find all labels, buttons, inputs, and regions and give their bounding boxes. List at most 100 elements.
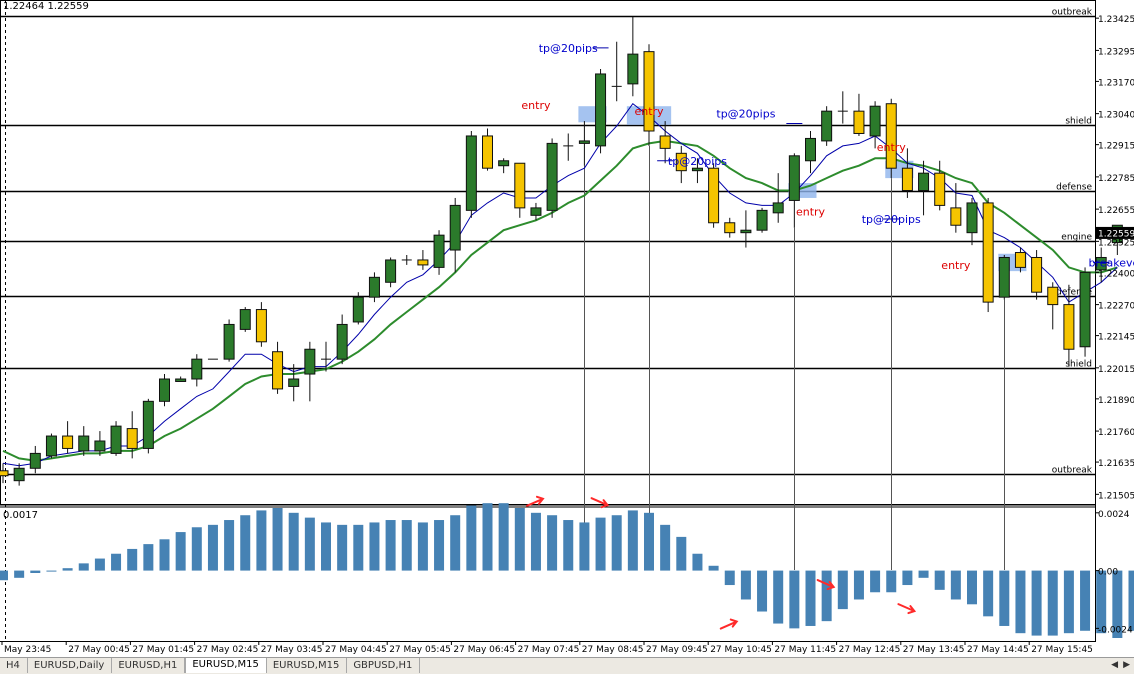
bull-candle-body — [433, 234, 445, 268]
chart-tab[interactable]: EURUSD,Daily — [28, 658, 113, 673]
momentum-arrow-icon — [897, 603, 917, 615]
candle — [1079, 267, 1091, 357]
histogram-bar — [159, 539, 170, 571]
histogram-bar — [950, 570, 961, 600]
candle — [385, 257, 397, 288]
chart-tab[interactable]: EURUSD,M15 — [185, 658, 267, 673]
price-tick-label: 1.21760 — [1098, 428, 1134, 438]
histogram-bar — [288, 512, 299, 571]
chart-tab[interactable]: EURUSD,H1 — [112, 658, 186, 673]
bull-candle-body — [110, 425, 122, 454]
price-tick-label: 1.21635 — [1098, 459, 1134, 469]
time-tick-label: 27 May 10:45 — [710, 645, 772, 655]
candle — [482, 128, 493, 171]
bull-candle-body — [142, 400, 154, 449]
histogram-bar — [918, 570, 929, 578]
histogram-bar — [191, 527, 202, 571]
take-profit-label: tp@20pips — [862, 213, 921, 226]
candle — [78, 426, 90, 456]
moving-averages — [2, 102, 1118, 467]
price-tick-label: 1.22145 — [1098, 333, 1134, 343]
histogram-bar — [514, 508, 525, 571]
histogram-bar — [401, 520, 412, 571]
bear-candle-body — [272, 351, 284, 390]
candle — [546, 138, 558, 218]
tab-scroll-right-icon[interactable]: ▶ — [1123, 660, 1130, 670]
candle — [29, 445, 41, 474]
candle — [756, 207, 768, 233]
histogram-bar — [62, 568, 73, 571]
entry-label: entry — [877, 141, 907, 154]
histogram-bar — [676, 536, 687, 571]
bear-candle-body — [126, 428, 138, 449]
candle — [611, 41, 622, 102]
trade-annotations: tp@20pips entry entry tp@20pips tp@20pips ent… — [521, 42, 1134, 272]
histogram-bar — [127, 548, 138, 571]
bull-candle-body — [788, 155, 800, 201]
candle — [643, 44, 655, 146]
candle — [13, 463, 25, 486]
entry-label: entry — [521, 99, 551, 112]
candle — [1047, 282, 1059, 330]
chart-tab[interactable]: H4 — [0, 658, 28, 673]
bear-candle-body — [950, 207, 962, 226]
price-tick-label: 1.23040 — [1098, 111, 1134, 121]
histogram-bar — [111, 553, 122, 571]
candle — [934, 160, 946, 211]
time-tick-label: 27 May 07:45 — [518, 645, 580, 655]
level-label-outbreak: outbreak — [1052, 466, 1093, 476]
candle — [821, 106, 833, 146]
histogram-bar — [773, 570, 784, 624]
candle — [998, 255, 1010, 300]
histogram-bar — [853, 570, 864, 600]
bull-candle-body — [498, 160, 510, 167]
histogram-bar — [902, 570, 913, 586]
histogram-bar — [304, 517, 315, 571]
histogram-bar — [385, 520, 396, 571]
candle — [0, 463, 9, 484]
bull-candle-body — [578, 140, 590, 144]
momentum-arrow-icon — [590, 497, 610, 509]
candle — [223, 319, 235, 362]
bear-candle-body — [255, 309, 267, 343]
bull-candle-body — [821, 110, 833, 142]
bull-candle-body — [94, 440, 106, 452]
candle — [724, 217, 736, 238]
histogram-bar — [789, 570, 800, 629]
histogram-bar — [353, 524, 364, 571]
tab-scroll-left-icon[interactable]: ◀ — [1111, 660, 1118, 670]
candle — [901, 148, 913, 198]
bear-candle-body — [901, 167, 913, 192]
candle — [918, 160, 930, 216]
entry-label: entry — [634, 105, 664, 118]
chart-tab[interactable]: EURUSD,M15 — [267, 658, 348, 673]
histogram-bar — [563, 520, 574, 571]
histogram-bar — [757, 570, 768, 612]
bull-candle-body — [175, 378, 187, 382]
histogram-bar — [821, 570, 832, 622]
bull-candle-body — [13, 467, 25, 482]
histogram-bar — [175, 532, 186, 571]
bear-candle-body — [1014, 252, 1026, 268]
mt4-chart-canvas[interactable]: outbreakshielddefenseenginedefenseshield… — [0, 0, 1134, 657]
histogram-bar — [207, 524, 218, 571]
bear-candle-body — [514, 162, 526, 209]
candlesticks — [0, 16, 1123, 486]
histogram-bar — [1096, 570, 1107, 634]
time-tick-label: 27 May 14:45 — [967, 645, 1029, 655]
chart-tab[interactable]: GBPUSD,H1 — [347, 658, 421, 673]
bull-candle-body — [78, 435, 90, 452]
histogram-bar — [369, 522, 380, 571]
candle — [433, 230, 445, 275]
histogram-bar — [46, 570, 57, 572]
bull-candle-body — [449, 204, 461, 251]
histogram-bar — [78, 563, 89, 571]
histogram-bar — [240, 515, 251, 571]
histogram-bar — [417, 522, 428, 571]
bull-candle-body — [530, 207, 542, 216]
candle — [563, 133, 574, 161]
histogram-bar — [94, 558, 105, 571]
bull-candle-body — [740, 229, 752, 234]
candle — [595, 69, 607, 154]
bear-candle-body — [1047, 286, 1059, 306]
